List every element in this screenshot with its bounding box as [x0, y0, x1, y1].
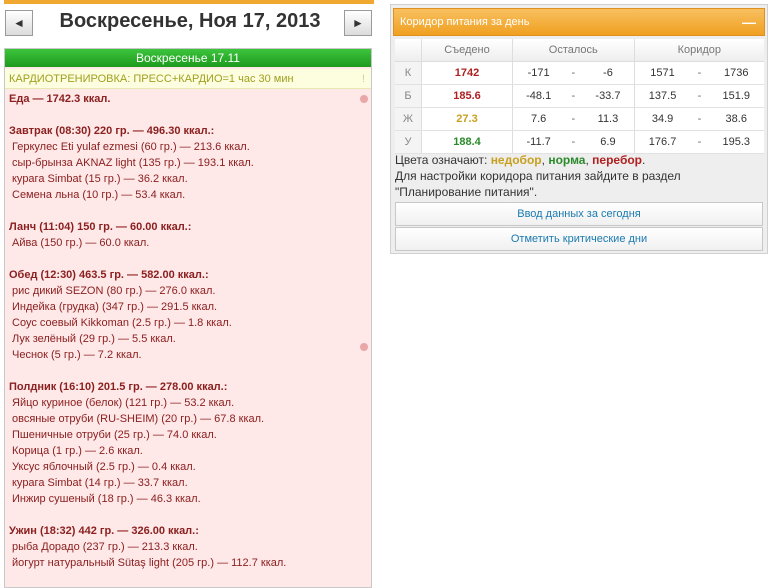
eaten-value: 27.3	[421, 107, 513, 131]
meal-item: Айва (150 гр.) — 60.0 ккал.	[12, 237, 150, 249]
meal-item: Уксус яблочный (2.5 гр.) — 0.4 ккал.	[12, 461, 196, 473]
critical-days-button[interactable]: Отметить критические дни	[395, 227, 763, 251]
corridor-panel: Коридор питания за день — Съедено Остало…	[390, 4, 768, 254]
legend-over: перебор	[592, 153, 643, 167]
corridor-table: Съедено Осталось Коридор К 1742 -171- -6 157…	[395, 39, 764, 154]
legend-norm: норма	[548, 153, 586, 167]
meal-item: Соус соевый Kikkoman (2.5 гр.) — 1.8 кка…	[12, 317, 232, 329]
legend-under: недобор	[490, 153, 542, 167]
top-accent-strip	[4, 0, 374, 4]
prev-day-button[interactable]: ◄	[5, 10, 33, 36]
meal-item: Пшеничные отруби (25 гр.) — 74.0 ккал.	[12, 429, 217, 441]
meal-item: сыр-брынза AKNAZ light (135 гр.) — 193.1…	[12, 157, 254, 169]
row-label: Б	[395, 84, 422, 108]
corridor-min-value: 34.9	[633, 107, 691, 131]
legend-end: .	[642, 153, 646, 167]
left-min-value: -48.1	[512, 84, 565, 108]
legend-prefix: Цвета означают:	[395, 153, 488, 167]
meal-item: овсяные отруби (RU-SHEIM) (20 гр.) — 67.…	[12, 413, 265, 425]
meal-item: Яйцо куриное (белок) (121 гр.) — 53.2 кк…	[12, 397, 235, 409]
day-total: Еда — 1742.3 ккал.	[9, 93, 111, 105]
meal-item: рис дикий SEZON (80 гр.) — 276.0 ккал.	[12, 285, 216, 297]
corridor-min-value: 137.5	[633, 84, 691, 108]
color-legend: Цвета означают: недобор, норма, перебор.	[395, 152, 645, 168]
meal-item: Семена льна (10 гр.) — 53.4 ккал.	[12, 189, 186, 201]
range-dash: -	[564, 130, 583, 154]
left-max-value: -6	[582, 61, 635, 85]
settings-note: Для настройки коридора питания зайдите в…	[395, 169, 681, 199]
left-max-value: 11.3	[582, 107, 635, 131]
enter-data-button[interactable]: Ввод данных за сегодня	[395, 202, 763, 226]
eaten-value: 185.6	[421, 84, 513, 108]
cardio-alert-icon: !	[361, 73, 365, 85]
page-title: Воскресенье, Ноя 17, 2013	[59, 10, 321, 32]
table-row: У 188.4 -11.7-6.9 176.7-195.3	[395, 130, 764, 154]
row-label: К	[395, 61, 422, 85]
meal-item: курага Simbat (15 гр.) — 36.2 ккал.	[12, 173, 188, 185]
corridor-max-value: 195.3	[708, 130, 764, 154]
meal-item: Геркулес Eti yulaf ezmesi (60 гр.) — 213…	[12, 141, 250, 153]
legend-comma: ,	[541, 153, 545, 167]
left-min-value: -11.7	[512, 130, 565, 154]
range-dash: -	[690, 61, 709, 85]
corridor-header: Коридор питания за день —	[393, 8, 765, 36]
meal-item: Корица (1 гр.) — 2.6 ккал.	[12, 445, 143, 457]
range-dash: -	[690, 84, 709, 108]
meal-item: рыба Дорадо (237 гр.) — 213.3 ккал.	[12, 541, 198, 553]
apple-icon	[360, 95, 368, 103]
meal-item: Индейка (грудка) (347 гр.) — 291.5 ккал.	[12, 301, 218, 313]
corridor-min-value: 1571	[633, 61, 691, 85]
cardio-row[interactable]: КАРДИОТРЕНИРОВКА: ПРЕСС+КАРДИО=1 час 30 …	[5, 69, 371, 89]
cardio-label: КАРДИОТРЕНИРОВКА: ПРЕСС+КАРДИО=1 час 30 …	[9, 73, 294, 85]
row-label: Ж	[395, 107, 422, 131]
corridor-min-value: 176.7	[633, 130, 691, 154]
table-row: Б 185.6 -48.1- -33.7 137.5-151.9	[395, 84, 764, 108]
day-header: Воскресенье 17.11	[5, 49, 371, 67]
meal-header: Ужин (18:32) 442 гр. — 326.00 ккал.:	[9, 525, 199, 537]
left-max-value: -33.7	[582, 84, 635, 108]
meal-header: Завтрак (08:30) 220 гр. — 496.30 ккал.:	[9, 125, 215, 137]
corridor-max-value: 151.9	[708, 84, 764, 108]
left-min-value: -171	[512, 61, 565, 85]
row-label: У	[395, 130, 422, 154]
meal-item: йогурт натуральный Sütaş light (205 гр.)…	[12, 557, 287, 569]
table-row: Ж 27.3 7.6-11.3 34.9-38.6	[395, 107, 764, 131]
range-dash: -	[690, 107, 709, 131]
meal-item: Лук зелёный (29 гр.) — 5.5 ккал.	[12, 333, 176, 345]
left-max-value: 6.9	[582, 130, 635, 154]
apple-icon	[360, 343, 368, 351]
legend-comma: ,	[585, 153, 589, 167]
day-diary-panel: Воскресенье 17.11 КАРДИОТРЕНИРОВКА: ПРЕС…	[4, 48, 372, 588]
range-dash: -	[564, 84, 583, 108]
range-dash: -	[690, 130, 709, 154]
collapse-icon[interactable]: —	[742, 9, 756, 35]
eaten-value: 188.4	[421, 130, 513, 154]
header-corridor: Коридор	[634, 39, 764, 62]
range-dash: -	[564, 107, 583, 131]
header-left: Осталось	[512, 39, 635, 62]
header-eaten: Съедено	[421, 39, 513, 62]
table-header-row: Съедено Осталось Коридор	[395, 39, 764, 62]
next-day-button[interactable]: ►	[344, 10, 372, 36]
meal-item: курага Simbat (14 гр.) — 33.7 ккал.	[12, 477, 188, 489]
meal-item: Чеснок (5 гр.) — 7.2 ккал.	[12, 349, 142, 361]
table-row: К 1742 -171- -6 1571-1736	[395, 61, 764, 85]
corridor-title: Коридор питания за день	[400, 16, 530, 28]
corridor-max-value: 1736	[708, 61, 764, 85]
header-blank	[395, 39, 422, 62]
meal-item: Инжир сушеный (18 гр.) — 46.3 ккал.	[12, 493, 201, 505]
range-dash: -	[564, 61, 583, 85]
left-min-value: 7.6	[512, 107, 565, 131]
eaten-value: 1742	[421, 61, 513, 85]
meal-header: Ланч (11:04) 150 гр. — 60.00 ккал.:	[9, 221, 192, 233]
meal-header: Обед (12:30) 463.5 гр. — 582.00 ккал.:	[9, 269, 209, 281]
meal-header: Полдник (16:10) 201.5 гр. — 278.00 ккал.…	[9, 381, 228, 393]
corridor-max-value: 38.6	[708, 107, 764, 131]
